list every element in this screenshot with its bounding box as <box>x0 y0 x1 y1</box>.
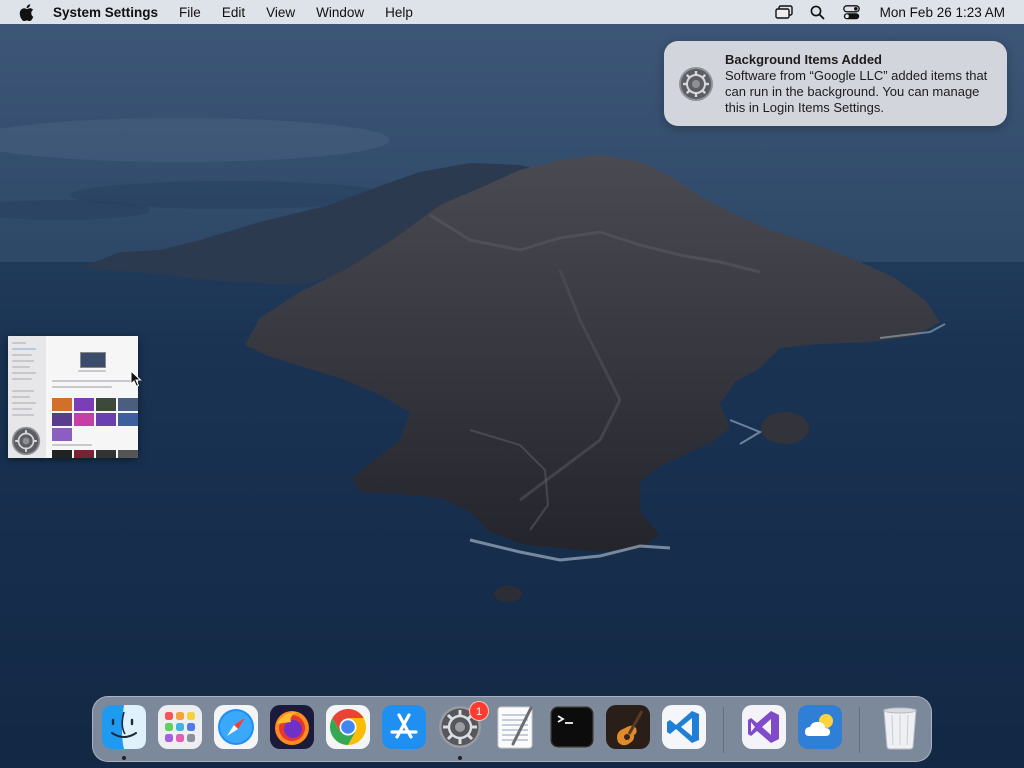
dock: 1 <box>92 696 932 762</box>
dock-chrome[interactable] <box>325 704 371 750</box>
dock-separator <box>859 707 860 753</box>
control-center-icon[interactable] <box>842 4 862 20</box>
finder-icon <box>102 705 146 749</box>
dock-firefox[interactable] <box>269 704 315 750</box>
dock-vscode[interactable] <box>661 704 707 750</box>
launchpad-icon <box>158 705 202 749</box>
chrome-icon <box>326 705 370 749</box>
menu-window[interactable]: Window <box>316 5 364 20</box>
menu-clock[interactable]: Mon Feb 26 1:23 AM <box>880 5 1005 20</box>
menu-file[interactable]: File <box>179 5 201 20</box>
running-indicator <box>122 756 126 760</box>
desktop: System Settings File Edit View Window He… <box>0 0 1024 768</box>
notification-body: Software from “Google LLC” added items t… <box>725 68 988 115</box>
dock-visual-studio[interactable] <box>741 704 787 750</box>
settings-gear-icon <box>678 66 714 102</box>
firefox-icon <box>270 705 314 749</box>
dock-finder[interactable] <box>101 704 147 750</box>
visual-studio-icon <box>742 705 786 749</box>
menu-edit[interactable]: Edit <box>222 5 245 20</box>
notification-title: Background Items Added <box>725 52 882 67</box>
dock-terminal[interactable] <box>549 704 595 750</box>
mouse-cursor-icon <box>130 370 142 388</box>
dock-separator <box>723 707 724 753</box>
menu-view[interactable]: View <box>266 5 295 20</box>
dock-garageband[interactable] <box>605 704 651 750</box>
spotlight-search-icon[interactable] <box>808 4 828 20</box>
settings-gear-icon <box>11 426 41 456</box>
dock-weather[interactable] <box>797 704 843 750</box>
notification-badge: 1 <box>469 701 489 721</box>
textedit-icon <box>497 706 533 749</box>
dock-app-store[interactable] <box>381 704 427 750</box>
dock-trash[interactable] <box>877 704 923 750</box>
dock-launchpad[interactable] <box>157 704 203 750</box>
dock-safari[interactable] <box>213 704 259 750</box>
terminal-icon <box>549 705 595 749</box>
weather-cloud-sun-icon <box>798 705 842 749</box>
safari-compass-icon <box>214 705 258 749</box>
menu-help[interactable]: Help <box>385 5 413 20</box>
app-store-icon <box>382 705 426 749</box>
dock-textedit[interactable] <box>493 704 539 750</box>
guitar-icon <box>606 705 650 749</box>
vscode-icon <box>662 705 706 749</box>
thumbnail-display-preview <box>80 352 106 368</box>
menu-app-name[interactable]: System Settings <box>53 5 158 20</box>
window-thumbnail[interactable] <box>8 336 138 458</box>
menu-bar: System Settings File Edit View Window He… <box>0 0 1024 24</box>
apple-menu-icon[interactable] <box>19 3 35 21</box>
notification-banner[interactable]: Background Items Added Software from “Go… <box>664 41 1007 126</box>
trash-icon <box>883 707 917 750</box>
screen-mirroring-icon[interactable] <box>774 4 794 20</box>
running-indicator <box>458 756 462 760</box>
